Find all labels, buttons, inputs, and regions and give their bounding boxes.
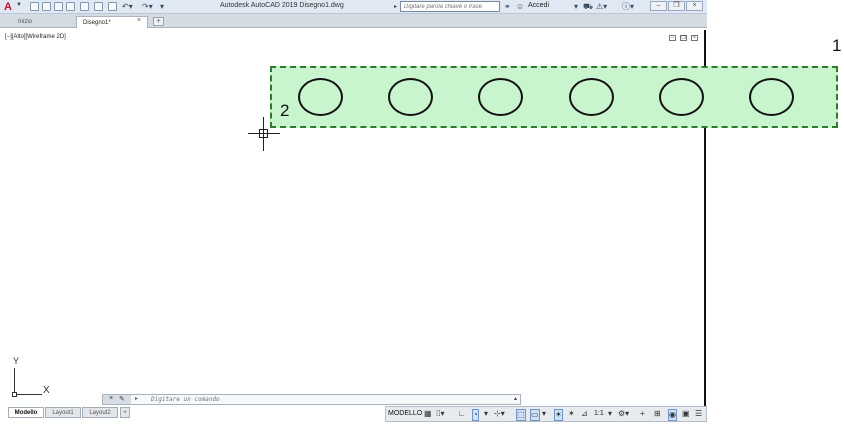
model-space-button[interactable]: MODELLO [388,410,422,417]
tab-model[interactable]: Modello [8,407,44,418]
viewport-restore-icon[interactable]: ❐ [680,35,687,41]
ucs-x-axis [14,394,42,395]
circle-6[interactable] [749,78,794,116]
wrench-icon[interactable]: ✎ [119,395,125,403]
annotation-scale-icon[interactable]: ⊿ [581,409,588,419]
customization-menu-icon[interactable]: ☰ [695,409,702,419]
isolate-objects-icon[interactable]: ⊞ [654,409,661,419]
tab-layout1[interactable]: Layout1 [45,407,81,418]
annotation-visibility-icon[interactable]: ✶ [554,409,563,421]
tab-layout2[interactable]: Layout2 [82,407,118,418]
new-tab-button[interactable]: + [153,17,164,26]
ucs-origin-icon [12,392,17,397]
cart-icon[interactable]: ⛟ [583,1,593,13]
command-input[interactable] [151,395,511,404]
print-icon[interactable] [108,2,117,11]
title-bar: A ▼ ↶▾ ↷▾ ▾ Autodesk AutoCAD 2019 Disegn… [0,0,707,14]
save-web-icon[interactable] [94,2,103,11]
scale-arrow-icon[interactable]: ▾ [608,409,612,419]
open-web-icon[interactable] [80,2,89,11]
search-expand-icon[interactable]: ▸ [394,3,397,10]
save-as-icon[interactable] [66,2,75,11]
command-history-arrow-icon[interactable]: ▴ [514,395,517,402]
ucs-y-axis [14,368,15,395]
crosshair-pickbox [259,129,268,138]
viewport-close-icon[interactable]: × [691,35,698,41]
transparency-icon[interactable]: ▾ [542,409,546,419]
command-prompt-icon[interactable]: ▸ [135,395,138,402]
exchange-icon[interactable]: ⚠▾ [596,1,607,13]
sign-in-button[interactable]: Accedi [528,2,549,9]
polar-icon[interactable]: ◔ [472,409,479,421]
app-menu-arrow-icon[interactable]: ▼ [16,2,22,8]
auto-scale-icon[interactable]: ✶ [568,409,575,419]
isodraft-icon[interactable]: ▾ [484,409,488,419]
hardware-acceleration-icon[interactable]: ◉ [668,409,677,421]
grid-icon[interactable]: ▦ [424,409,432,419]
object-snap-tracking-icon[interactable]: ⊹▾ [494,409,505,419]
customize-arrow-icon[interactable]: ▾ [160,1,164,13]
close-icon[interactable]: × [109,395,113,402]
circle-2[interactable] [388,78,433,116]
add-layout-button[interactable]: + [120,407,130,418]
viewport-minimize-icon[interactable]: – [669,35,676,41]
autocad-logo-icon[interactable]: A [1,1,15,13]
new-icon[interactable] [30,2,39,11]
close-button[interactable]: × [686,1,703,11]
restore-button[interactable]: ❐ [668,1,685,11]
snap-icon[interactable]: ⁞⁞▾ [436,409,444,419]
annotation-scale-value[interactable]: 1:1 [594,410,604,417]
save-icon[interactable] [54,2,63,11]
object-snap-icon[interactable]: ⬚ [516,409,526,421]
lineweight-icon[interactable]: ▭ [530,409,540,421]
file-tab-bar: Inizio Disegno1* × + [0,14,707,28]
layout-tab-bar: Modello Layout1 Layout2 + [0,406,385,420]
command-line: × ✎ ▸ ▴ [102,394,521,405]
user-icon[interactable]: ☺ [516,1,524,13]
ortho-icon[interactable]: ∟ [458,409,466,419]
command-line-grip[interactable] [103,395,131,404]
annotation-marker-1: 1 [832,36,842,55]
circle-5[interactable] [659,78,704,116]
minimize-button[interactable]: – [650,1,667,11]
plus-icon[interactable]: + [640,409,645,419]
ucs-x-label: X [43,385,50,396]
binoculars-icon[interactable]: ⚭ [504,1,511,13]
open-icon[interactable] [42,2,51,11]
search-input[interactable] [400,1,500,12]
viewport-controls[interactable]: [−][Alto][Wireframe 2D] [5,34,66,40]
status-bar: MODELLO ▦ ⁞⁞▾ ∟ ◔ ▾ ⊹▾ ⬚ ▭ ▾ ✶ ✶ ⊿ 1:1 ▾… [385,406,707,422]
clean-screen-icon[interactable]: ▣ [682,409,690,419]
redo-icon[interactable]: ↷▾ [142,1,153,13]
undo-icon[interactable]: ↶▾ [122,1,133,13]
window-title: Autodesk AutoCAD 2019 Disegno1.dwg [220,2,344,9]
help-icon[interactable]: ⓘ▾ [622,1,634,13]
gear-icon[interactable]: ⚙▾ [618,409,629,419]
tab-start[interactable]: Inizio [12,16,74,28]
circle-1[interactable] [298,78,343,116]
tab-close-icon[interactable]: × [137,17,141,24]
sign-in-arrow-icon[interactable]: ▾ [574,1,578,13]
circle-4[interactable] [569,78,614,116]
ucs-y-label: Y [13,356,20,366]
circle-3[interactable] [478,78,523,116]
annotation-marker-2: 2 [280,101,290,120]
